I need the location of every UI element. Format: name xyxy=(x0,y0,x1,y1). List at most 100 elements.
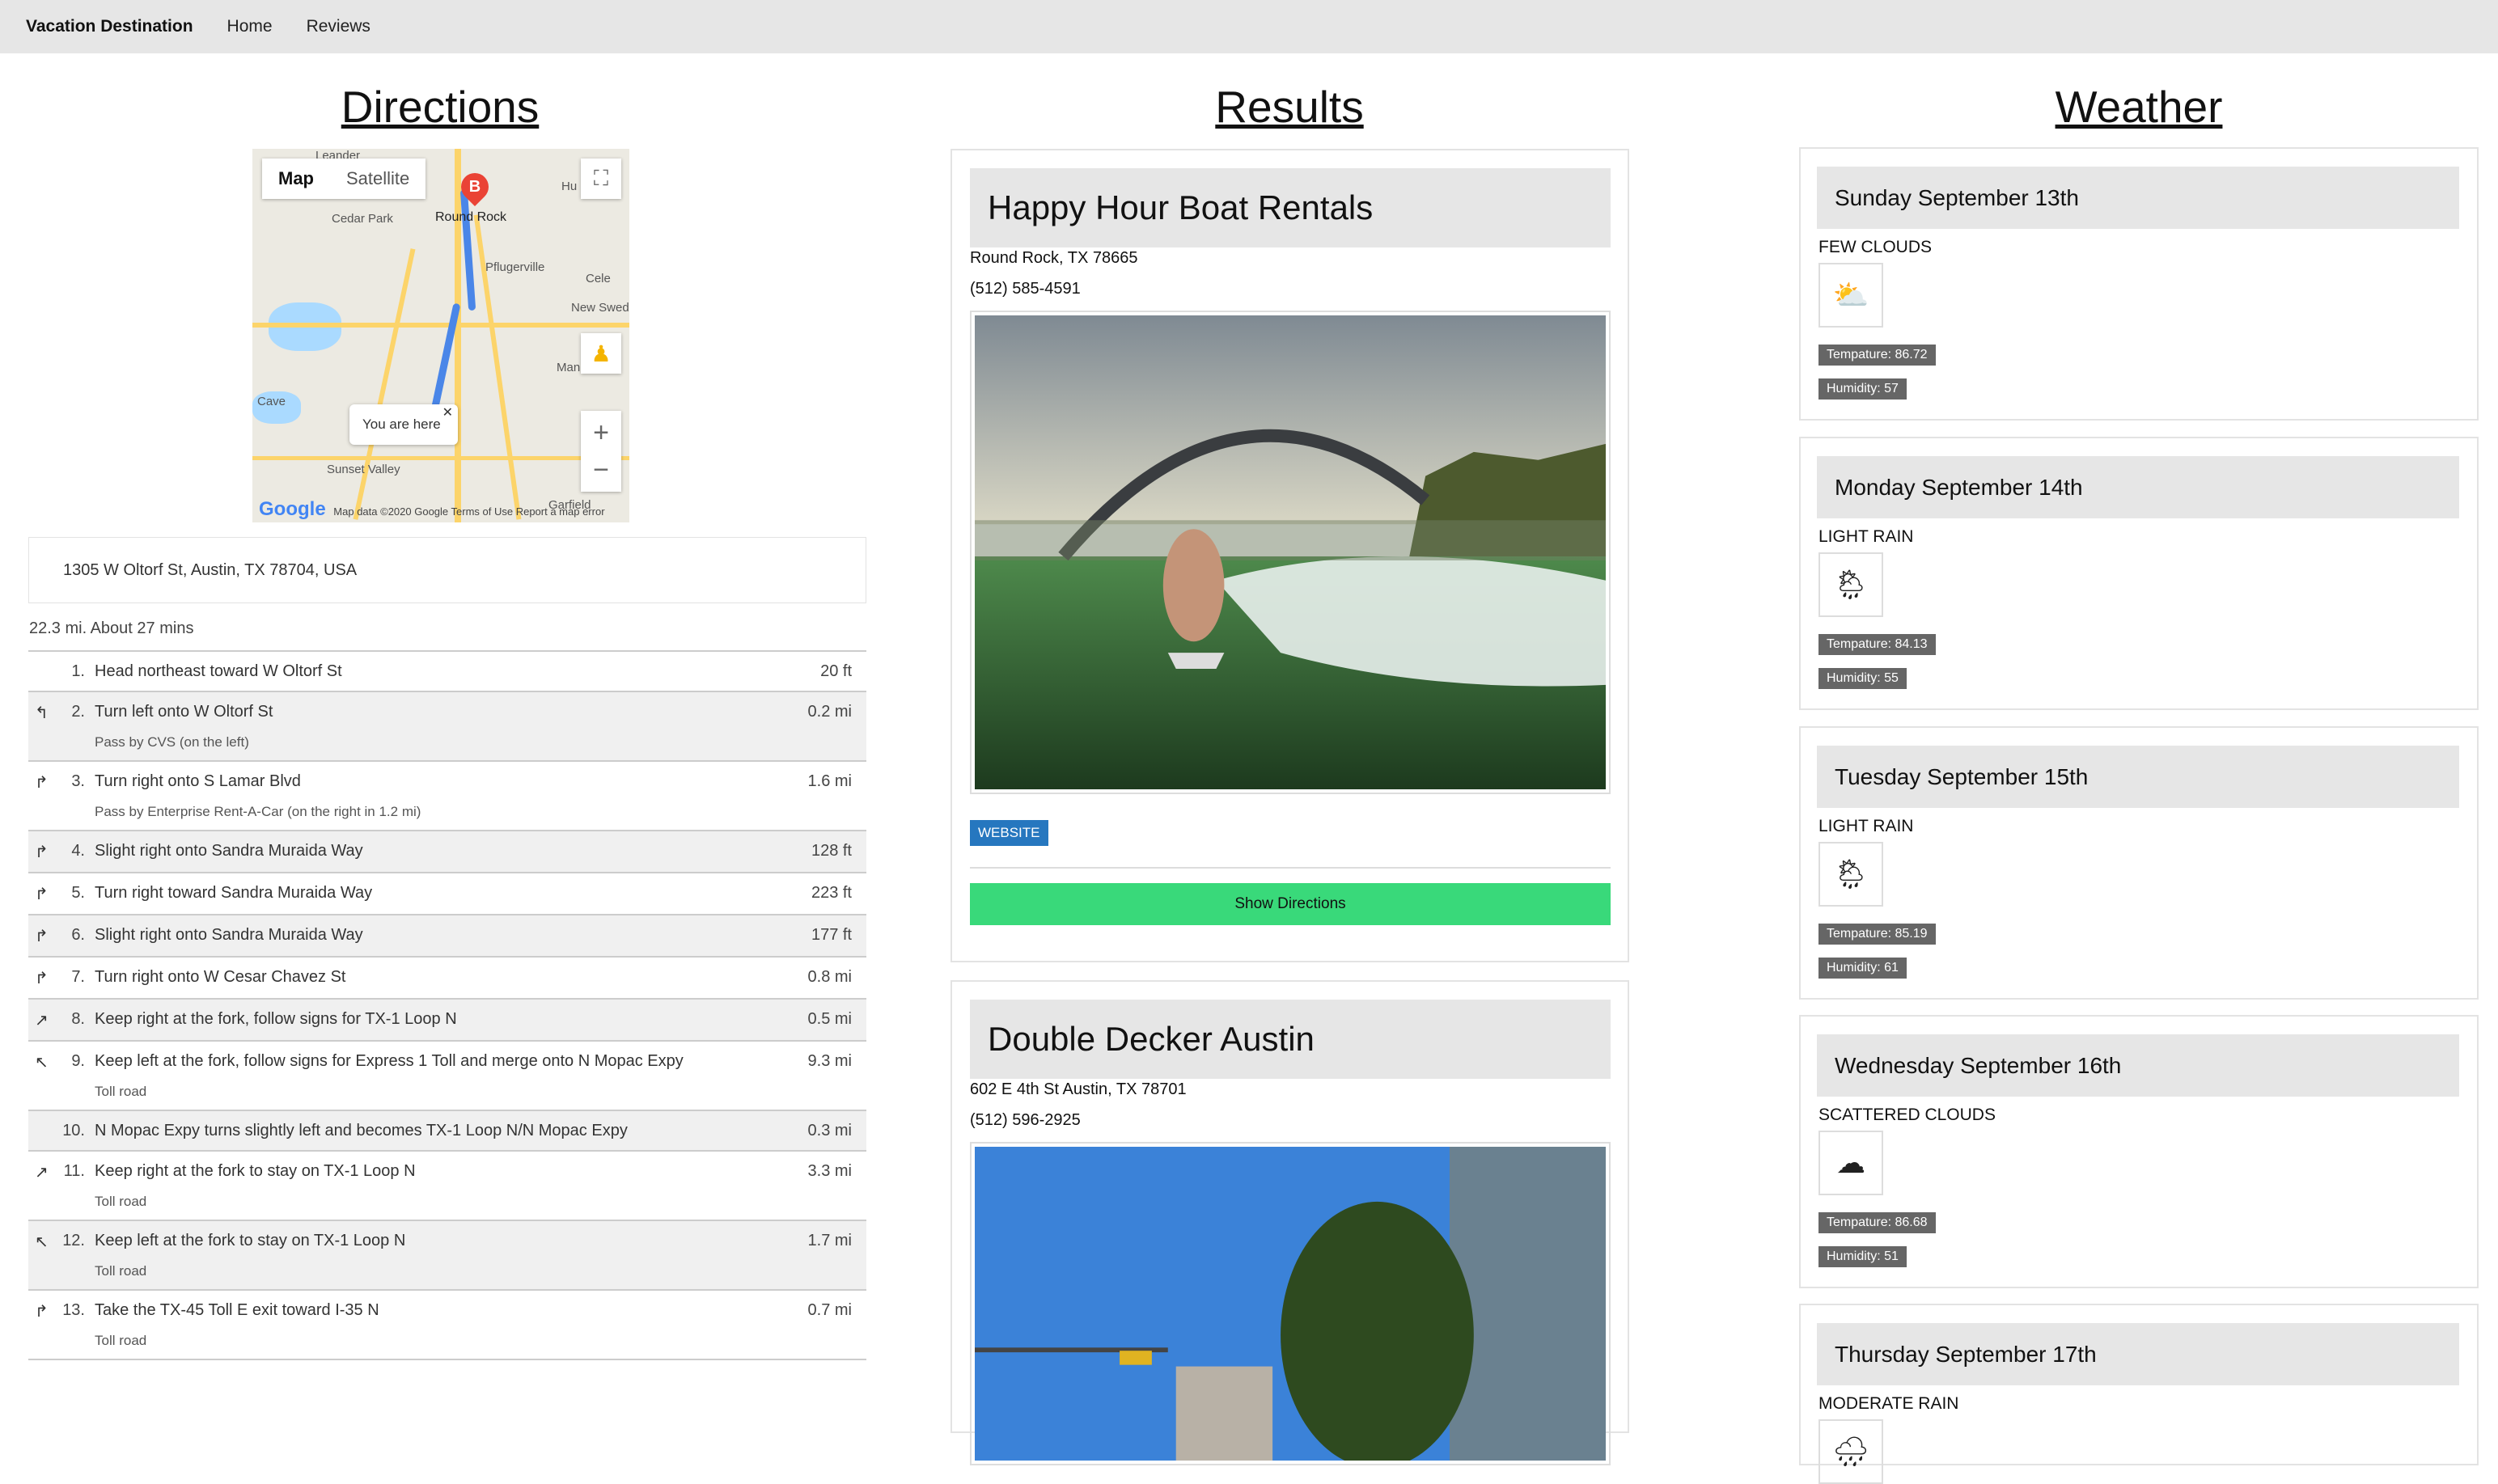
step-note: Toll road xyxy=(95,1333,147,1348)
weather-card: Tuesday September 15th LIGHT RAIN 🌦 Tempatu… xyxy=(1799,726,2479,1000)
direction-step[interactable]: ↱ 5. Turn right toward Sandra Muraida Way 2… xyxy=(28,873,866,915)
direction-step[interactable]: ↱ 6. Slight right onto Sandra Muraida Way 1… xyxy=(28,915,866,958)
direction-step[interactable]: ↰ 2. Turn left onto W Oltorf St Pass by CVS… xyxy=(28,692,866,762)
turn-icon: ↖ xyxy=(35,1233,49,1251)
direction-step[interactable]: ↱ 13. Take the TX-45 Toll E exit toward I-… xyxy=(28,1291,866,1360)
scattered-clouds-icon: ☁ xyxy=(1818,1131,1883,1195)
step-number: 1. xyxy=(71,662,85,680)
direction-step[interactable]: ↖ 9. Keep left at the fork, follow signs f… xyxy=(28,1042,866,1111)
light-rain-icon: 🌦 xyxy=(1818,552,1883,617)
nav-reviews-link[interactable]: Reviews xyxy=(307,17,370,36)
highway-road xyxy=(252,456,629,460)
step-instruction: Slight right onto Sandra Muraida Way xyxy=(95,926,363,944)
step-number: 4. xyxy=(71,842,85,860)
zoom-out-icon[interactable]: − xyxy=(593,451,609,488)
divider xyxy=(970,867,1611,869)
step-instruction: Keep right at the fork to stay on TX-1 L… xyxy=(95,1162,416,1180)
step-instruction: N Mopac Expy turns slightly left and bec… xyxy=(95,1122,628,1139)
you-are-here-popup: You are here ✕ xyxy=(349,404,458,445)
few-clouds-icon: ⛅ xyxy=(1818,263,1883,328)
weather-day: Wednesday September 16th xyxy=(1817,1034,2459,1097)
step-instruction: Head northeast toward W Oltorf St xyxy=(95,662,342,680)
step-note: Pass by CVS (on the left) xyxy=(95,734,249,750)
map-label: Man xyxy=(557,361,581,374)
result-photo xyxy=(970,311,1611,794)
route-line xyxy=(459,188,476,311)
turn-icon: ↗ xyxy=(35,1164,49,1182)
step-distance: 0.5 mi xyxy=(807,1010,852,1028)
step-number: 11. xyxy=(63,1162,85,1180)
step-distance: 0.3 mi xyxy=(807,1122,852,1139)
direction-step[interactable]: 1. Head northeast toward W Oltorf St 20 ft xyxy=(28,652,866,692)
map-footer: Google Map data ©2020 Google Terms of Us… xyxy=(259,498,605,521)
weather-description: LIGHT RAIN xyxy=(1818,817,1914,835)
step-number: 3. xyxy=(71,772,85,790)
direction-step[interactable]: ↗ 8. Keep right at the fork, follow signs … xyxy=(28,1000,866,1042)
step-instruction: Slight right onto Sandra Muraida Way xyxy=(95,842,363,860)
directions-steps-list: 1. Head northeast toward W Oltorf St 20 ft… xyxy=(28,650,866,1360)
turn-icon: ↱ xyxy=(35,1303,49,1321)
map-type-map-button[interactable]: Map xyxy=(262,159,330,199)
step-instruction: Turn left onto W Oltorf St xyxy=(95,703,273,721)
result-address: Round Rock, TX 78665 xyxy=(970,249,1138,267)
direction-step[interactable]: 10. N Mopac Expy turns slightly left and … xyxy=(28,1111,866,1152)
fullscreen-icon[interactable]: ⛶ xyxy=(581,159,621,199)
step-number: 6. xyxy=(71,926,85,944)
light-rain-icon: 🌦 xyxy=(1818,842,1883,907)
result-address: 602 E 4th St Austin, TX 78701 xyxy=(970,1080,1187,1098)
result-card: Double Decker Austin 602 E 4th St Austin… xyxy=(951,980,1629,1465)
route-summary: 22.3 mi. About 27 mins xyxy=(29,619,194,637)
map-label: New Swed xyxy=(571,301,629,315)
map-label: Pflugerville xyxy=(485,260,545,274)
show-directions-button[interactable]: Show Directions xyxy=(970,883,1611,925)
step-instruction: Keep right at the fork, follow signs for… xyxy=(95,1010,457,1028)
nav-home-link[interactable]: Home xyxy=(227,17,273,36)
direction-step[interactable]: ↱ 7. Turn right onto W Cesar Chavez St 0.8 … xyxy=(28,958,866,1000)
origin-address: 1305 W Oltorf St, Austin, TX 78704, USA xyxy=(28,537,866,603)
destination-marker-icon[interactable]: B xyxy=(455,167,495,207)
step-distance: 20 ft xyxy=(820,662,852,680)
brand-link[interactable]: Vacation Destination xyxy=(26,17,193,36)
weather-description: MODERATE RAIN xyxy=(1818,1394,1959,1413)
direction-step[interactable]: ↗ 11. Keep right at the fork to stay on TX… xyxy=(28,1152,866,1221)
map-type-satellite-button[interactable]: Satellite xyxy=(330,159,426,199)
turn-icon: ↱ xyxy=(35,843,49,861)
map-label: Sunset Valley xyxy=(327,463,400,476)
step-distance: 1.6 mi xyxy=(807,772,852,790)
popup-text: You are here xyxy=(362,416,441,432)
step-distance: 9.3 mi xyxy=(807,1052,852,1070)
step-number: 8. xyxy=(71,1010,85,1028)
directions-map[interactable]: Leander Cedar Park Round Rock Pflugervil… xyxy=(252,149,629,522)
step-number: 9. xyxy=(71,1052,85,1070)
weather-day: Sunday September 13th xyxy=(1817,167,2459,229)
zoom-in-icon[interactable]: + xyxy=(593,414,609,451)
humidity-badge: Humidity: 55 xyxy=(1818,668,1907,689)
direction-step[interactable]: ↱ 3. Turn right onto S Lamar Blvd Pass by E… xyxy=(28,762,866,831)
pegman-icon[interactable]: ♟ xyxy=(581,333,621,374)
website-button[interactable]: WEBSITE xyxy=(970,820,1048,846)
result-name: Double Decker Austin xyxy=(970,1000,1611,1079)
weather-card: Sunday September 13th FEW CLOUDS ⛅ Tempatur… xyxy=(1799,147,2479,421)
google-logo: Google xyxy=(259,498,326,520)
marker-label: B xyxy=(468,178,481,196)
map-label: Cele xyxy=(586,272,611,285)
step-number: 10. xyxy=(62,1122,85,1139)
step-distance: 0.8 mi xyxy=(807,968,852,986)
direction-step[interactable]: ↱ 4. Slight right onto Sandra Muraida Way 1… xyxy=(28,831,866,873)
temperature-badge: Tempature: 84.13 xyxy=(1818,634,1936,655)
close-icon[interactable]: ✕ xyxy=(442,393,453,433)
direction-step[interactable]: ↖ 12. Keep left at the fork to stay on TX-… xyxy=(28,1221,866,1291)
weather-day: Monday September 14th xyxy=(1817,456,2459,518)
turn-icon xyxy=(28,662,53,681)
humidity-badge: Humidity: 57 xyxy=(1818,378,1907,400)
results-title: Results xyxy=(1215,82,1364,132)
step-distance: 223 ft xyxy=(811,884,852,902)
weather-description: LIGHT RAIN xyxy=(1818,527,1914,546)
highway-road xyxy=(353,248,416,520)
step-distance: 1.7 mi xyxy=(807,1232,852,1249)
step-note: Toll road xyxy=(95,1194,147,1209)
turn-icon: ↱ xyxy=(35,886,49,903)
weather-description: FEW CLOUDS xyxy=(1818,238,1933,256)
map-footer-text[interactable]: Map data ©2020 Google Terms of Use Repor… xyxy=(333,505,604,518)
step-note: Toll road xyxy=(95,1084,147,1099)
